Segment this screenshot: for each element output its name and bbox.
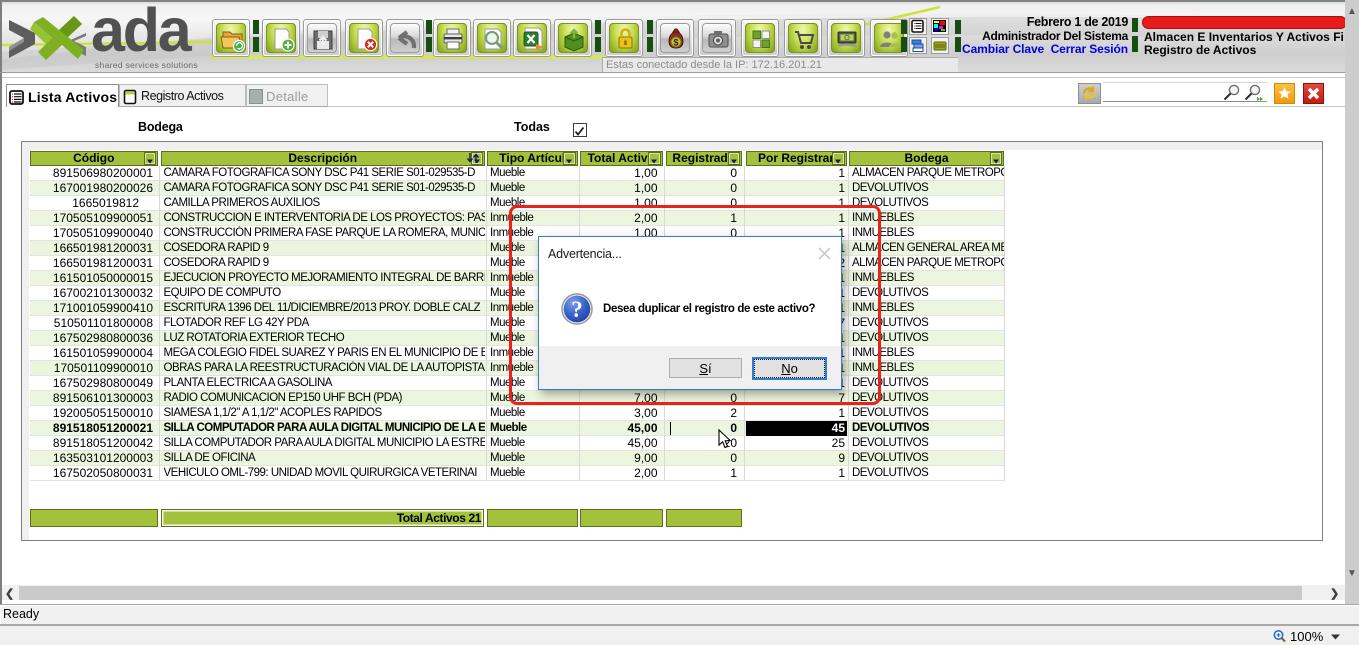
svg-text:?: ? — [571, 297, 583, 322]
svg-text:$: $ — [673, 38, 678, 48]
